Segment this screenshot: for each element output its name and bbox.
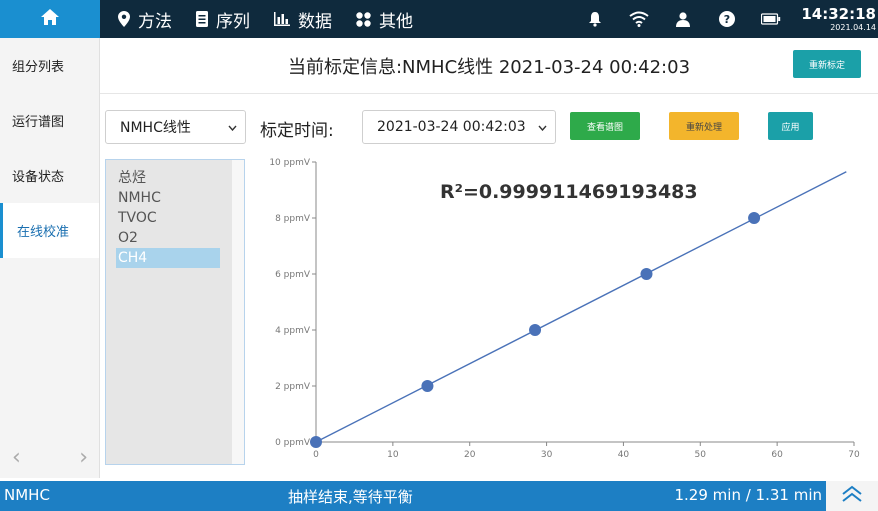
calibration-time-label: 标定时间: bbox=[260, 121, 334, 141]
data-point bbox=[421, 380, 434, 392]
y-tick-label: 10 ppmV bbox=[269, 158, 311, 168]
chevron-left-icon[interactable]: ‹ bbox=[12, 445, 21, 470]
list-scrollbar[interactable] bbox=[232, 160, 244, 464]
status-progress: 1.29 min / 1.31 min bbox=[674, 486, 823, 504]
y-tick-label: 8 ppmV bbox=[275, 214, 311, 224]
svg-text:?: ? bbox=[724, 13, 730, 26]
nav-sequence-label: 序列 bbox=[216, 11, 250, 32]
calibration-chart: 0 ppmV 2 ppmV 4 ppmV 6 ppmV 8 ppmV 10 ppmV 0 10… bbox=[254, 150, 878, 470]
clock-time: 14:32:18 bbox=[801, 4, 876, 23]
list-item[interactable]: NMHC bbox=[106, 188, 219, 208]
home-button[interactable] bbox=[0, 0, 100, 38]
chevron-down-icon bbox=[228, 119, 237, 135]
component-listbox[interactable]: 总烃 NMHC TVOC O2 CH4 bbox=[105, 159, 245, 465]
sidebar-item-online-calibration[interactable]: 在线校准 bbox=[0, 203, 99, 258]
calibration-method-value: NMHC线性 bbox=[120, 120, 191, 136]
status-bar: NMHC 抽样结束,等待平衡 1.29 min / 1.31 min bbox=[0, 481, 878, 511]
status-message: 抽样结束,等待平衡 bbox=[288, 488, 413, 506]
x-tick-label: 20 bbox=[464, 450, 476, 460]
list-item[interactable]: 总烃 bbox=[106, 168, 219, 188]
top-navigation-bar: 方法 序列 数据 其他 ? 14:32:18 2021.04.14 bbox=[0, 0, 878, 38]
calibration-method-select[interactable]: NMHC线性 bbox=[105, 110, 246, 144]
apply-button[interactable]: 应用 bbox=[768, 112, 813, 140]
location-pin-icon bbox=[118, 11, 130, 27]
x-tick-label: 70 bbox=[848, 450, 860, 460]
data-point bbox=[529, 324, 542, 336]
data-point bbox=[640, 268, 653, 280]
reprocess-button[interactable]: 重新处理 bbox=[669, 112, 739, 140]
wifi-icon[interactable] bbox=[629, 9, 649, 29]
document-icon bbox=[196, 11, 208, 27]
nav-other[interactable]: 其他 bbox=[356, 0, 413, 38]
y-tick-label: 2 ppmV bbox=[275, 382, 311, 392]
calibration-chart-svg: 0 ppmV 2 ppmV 4 ppmV 6 ppmV 8 ppmV 10 ppmV 0 10… bbox=[269, 158, 860, 460]
y-tick-label: 6 ppmV bbox=[275, 270, 311, 280]
nav-data[interactable]: 数据 bbox=[274, 0, 332, 38]
sidebar-item-component-list[interactable]: 组分列表 bbox=[0, 38, 99, 93]
fit-line bbox=[315, 171, 847, 443]
data-point bbox=[310, 436, 322, 448]
y-tick-label: 0 ppmV bbox=[275, 438, 311, 448]
list-item-selected[interactable]: CH4 bbox=[116, 248, 220, 268]
clock: 14:32:18 2021.04.14 bbox=[801, 4, 876, 33]
nav-sequence[interactable]: 序列 bbox=[196, 0, 250, 38]
nav-other-label: 其他 bbox=[379, 11, 413, 32]
bell-icon[interactable] bbox=[585, 9, 605, 29]
view-chromatogram-button[interactable]: 查看谱图 bbox=[570, 112, 640, 140]
help-icon[interactable]: ? bbox=[717, 9, 737, 29]
bar-chart-icon bbox=[274, 12, 290, 26]
x-tick-label: 60 bbox=[771, 450, 783, 460]
nav-method[interactable]: 方法 bbox=[118, 0, 172, 38]
data-point bbox=[748, 212, 761, 224]
nav-data-label: 数据 bbox=[298, 11, 332, 32]
nav-method-label: 方法 bbox=[138, 11, 172, 32]
chevron-down-icon bbox=[538, 119, 547, 135]
recalibrate-button[interactable]: 重新标定 bbox=[793, 50, 861, 78]
y-tick-label: 4 ppmV bbox=[275, 326, 311, 336]
x-tick-label: 30 bbox=[541, 450, 553, 460]
x-tick-label: 50 bbox=[695, 450, 707, 460]
sidebar: 组分列表 运行谱图 设备状态 在线校准 ‹ › bbox=[0, 38, 100, 478]
double-chevron-up-icon bbox=[841, 485, 863, 507]
expand-panel-button[interactable] bbox=[826, 481, 878, 511]
page-title: 当前标定信息:NMHC线性 2021-03-24 00:42:03 bbox=[100, 38, 878, 94]
sidebar-pager: ‹ › bbox=[0, 445, 100, 470]
chevron-right-icon[interactable]: › bbox=[79, 445, 88, 470]
r-squared-annotation: R²=0.999911469193483 bbox=[440, 181, 698, 203]
home-icon bbox=[40, 8, 60, 30]
calibration-time-select[interactable]: 2021-03-24 00:42:03 bbox=[362, 110, 556, 144]
user-icon[interactable] bbox=[673, 9, 693, 29]
x-tick-label: 40 bbox=[618, 450, 630, 460]
clock-date: 2021.04.14 bbox=[830, 22, 876, 32]
x-tick-label: 0 bbox=[313, 450, 319, 460]
list-item[interactable]: TVOC bbox=[106, 208, 219, 228]
calibration-time-value: 2021-03-24 00:42:03 bbox=[377, 119, 526, 135]
list-item[interactable]: O2 bbox=[106, 228, 219, 248]
sidebar-item-device-status[interactable]: 设备状态 bbox=[0, 148, 99, 203]
component-list: 总烃 NMHC TVOC O2 CH4 bbox=[106, 160, 233, 464]
grid-icon bbox=[356, 11, 371, 27]
battery-icon bbox=[761, 9, 781, 29]
x-tick-label: 10 bbox=[387, 450, 399, 460]
status-tray: ? 14:32:18 2021.04.14 bbox=[573, 0, 878, 38]
sidebar-item-run-chromatogram[interactable]: 运行谱图 bbox=[0, 93, 99, 148]
status-component: NMHC bbox=[4, 486, 50, 504]
